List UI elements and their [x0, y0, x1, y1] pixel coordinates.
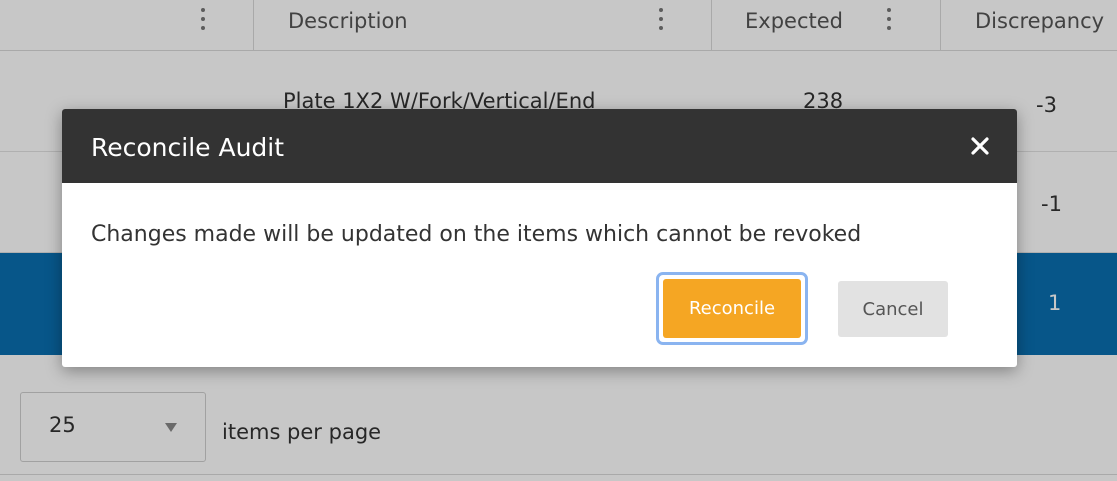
dialog-message: Changes made will be updated on the item… — [91, 222, 862, 247]
dialog-titlebar: Reconcile Audit — [62, 109, 1017, 183]
close-icon[interactable] — [968, 134, 992, 158]
reconcile-audit-dialog: Reconcile Audit Changes made will be upd… — [62, 109, 1017, 367]
dialog-title: Reconcile Audit — [91, 133, 285, 162]
audit-page: Description Expected Discrepancy Plate 1… — [0, 0, 1117, 481]
cancel-button[interactable]: Cancel — [838, 281, 948, 337]
reconcile-button[interactable]: Reconcile — [663, 279, 801, 338]
